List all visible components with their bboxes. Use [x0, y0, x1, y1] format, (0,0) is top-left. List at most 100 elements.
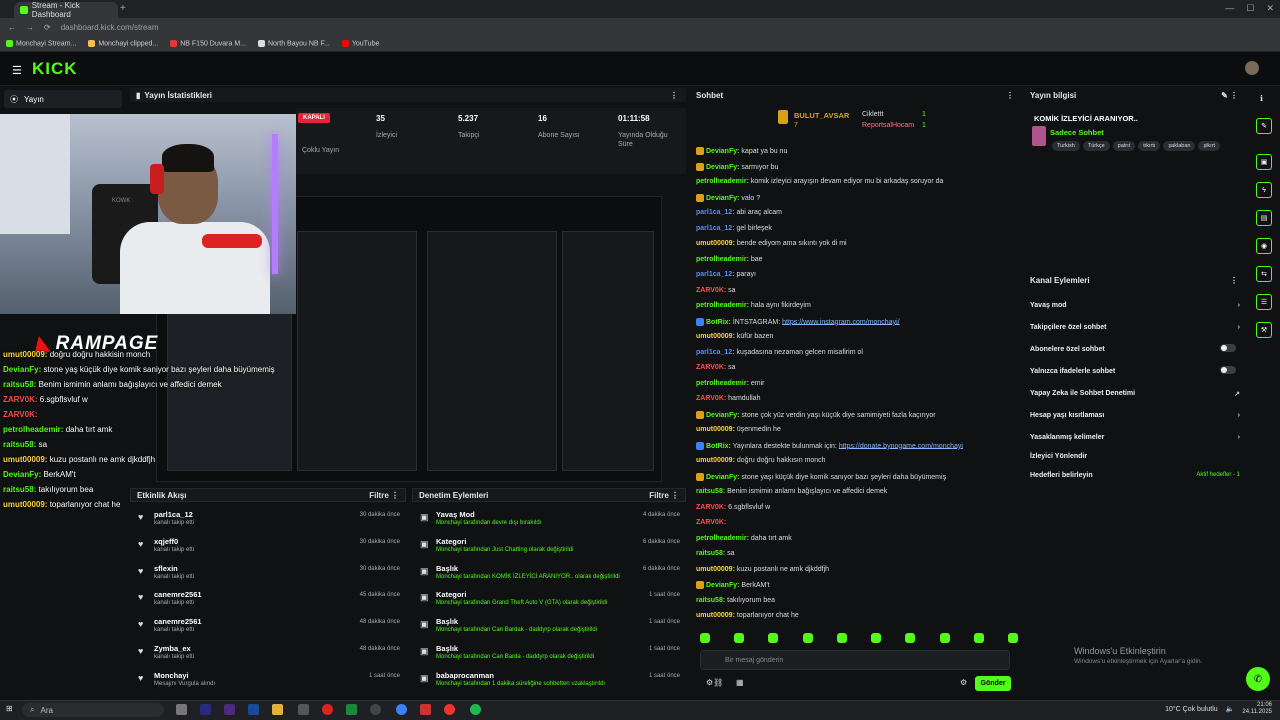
channel-action[interactable]: Yavaş mod ›: [1030, 302, 1240, 309]
url-field[interactable]: dashboard.kick.com/stream: [61, 23, 159, 32]
weather[interactable]: 10°C Çok bulutlu: [1165, 706, 1218, 713]
link-icon[interactable]: ⇆: [1256, 266, 1272, 282]
nav-item-home[interactable]: ⦿ Yayın: [4, 90, 122, 108]
more-icon[interactable]: ⋮: [671, 491, 679, 500]
activity-row[interactable]: ♥ Monchayi Mesajını Vurgula alındı 1 saat ö…: [130, 669, 406, 695]
tag[interactable]: şikırt: [1198, 141, 1221, 151]
channel-action[interactable]: Takipçilere özel sohbet ›: [1030, 324, 1240, 331]
kick-logo[interactable]: KICK: [32, 59, 78, 79]
avatar[interactable]: [1245, 61, 1259, 75]
send-button[interactable]: Gönder: [975, 676, 1011, 691]
browser-tab[interactable]: Stream - Kick Dashboard: [14, 1, 118, 19]
clock[interactable]: 21:06 24.11.2025: [1242, 702, 1272, 716]
info-icon[interactable]: ℹ: [1260, 94, 1263, 103]
emote-icon[interactable]: [905, 633, 916, 643]
activity-row[interactable]: ♥ canemre2561 kanalı takip etti 48 dakika ö…: [130, 615, 406, 641]
tag[interactable]: Turkish: [1052, 141, 1080, 151]
emote-icon[interactable]: [700, 633, 710, 643]
channel-action[interactable]: Yasaklanmış kelimeler ›: [1030, 434, 1240, 441]
help-icon[interactable]: ✆: [1246, 667, 1270, 691]
photoshop-icon[interactable]: [248, 704, 259, 715]
moderation-row[interactable]: ▣ Yavaş Mod Monchayi tarafından devre dışı…: [412, 508, 686, 534]
moderation-row[interactable]: ▣ Başlık Monchayi tarafından Can Barda - d…: [412, 642, 686, 668]
camera-icon[interactable]: ▣: [1256, 154, 1272, 170]
moderation-row[interactable]: ▣ babaprocanman Monchayi tarafından 1 daki…: [412, 669, 686, 695]
obs-icon[interactable]: [370, 704, 381, 715]
app-icon[interactable]: [396, 704, 407, 715]
excel-icon[interactable]: [346, 704, 357, 715]
pen-icon[interactable]: ✎: [1256, 118, 1272, 134]
app-icon[interactable]: [298, 704, 309, 715]
lightning-icon[interactable]: ϟ: [1256, 182, 1272, 198]
chat-input[interactable]: Bir mesaj gönderin: [700, 650, 1010, 670]
back-icon[interactable]: ←: [8, 23, 16, 32]
start-icon[interactable]: ⊞: [6, 704, 13, 713]
menu-icon[interactable]: ☰: [12, 64, 22, 77]
opera-icon[interactable]: [322, 704, 333, 715]
channel-action[interactable]: Hesap yaşı kısıtlaması ›: [1030, 412, 1240, 419]
task-view-icon[interactable]: [176, 704, 187, 715]
emote-icon[interactable]: [939, 633, 950, 643]
moderation-row[interactable]: ▣ Başlık Monchayi tarafından Can Bardak - …: [412, 615, 686, 641]
moderation-row[interactable]: ▣ Kategori Monchayi tarafından Just Chatti…: [412, 535, 686, 561]
wrench-icon[interactable]: ⚒: [1256, 322, 1272, 338]
filter-button[interactable]: Filtre: [649, 491, 669, 500]
activity-row[interactable]: ♥ sflexin kanalı takip etti 30 dakika önce: [130, 562, 406, 588]
maximize-icon[interactable]: ☐: [1246, 3, 1254, 14]
more-icon[interactable]: ⋮: [1230, 276, 1238, 285]
calendar-icon[interactable]: ▦: [736, 678, 744, 687]
channel-action[interactable]: Abonelere özel sohbet: [1030, 344, 1240, 353]
bookmark[interactable]: Monchayi clipped...: [88, 39, 158, 47]
filter-button[interactable]: Filtre: [369, 491, 389, 500]
edit-icon[interactable]: ✎ ⋮: [1221, 91, 1238, 100]
chrome-icon[interactable]: [444, 704, 455, 715]
bookmark[interactable]: Monchayi Stream...: [6, 39, 76, 47]
bookmark[interactable]: YouTube: [341, 39, 379, 47]
volume-icon[interactable]: 🔈: [1226, 705, 1235, 713]
document-icon[interactable]: ▤: [1256, 210, 1272, 226]
channel-action[interactable]: İzleyici Yönlendir: [1030, 453, 1240, 460]
tag[interactable]: tıkırtı: [1138, 141, 1161, 151]
app-icon[interactable]: [420, 704, 431, 715]
emote-icon[interactable]: [1007, 633, 1018, 643]
activity-row[interactable]: ♥ canemre2561 kanalı takip etti 45 dakika ö…: [130, 588, 406, 614]
channel-action[interactable]: Hedefleri belirleyin Aktif hedefler - 1: [1030, 472, 1240, 479]
explorer-icon[interactable]: [272, 704, 283, 715]
bookmark[interactable]: NB F150 Duvara M...: [170, 39, 246, 47]
activity-row[interactable]: ♥ Zymba_ex kanalı takip etti 48 dakika önce: [130, 642, 406, 668]
more-icon[interactable]: ⋮: [391, 491, 399, 500]
settings-icon[interactable]: ⚙: [960, 678, 967, 687]
category-name[interactable]: Sadece Sohbet: [1050, 128, 1104, 137]
crown-icon: [778, 110, 788, 124]
minimize-icon[interactable]: —: [1225, 3, 1234, 14]
chat-icon[interactable]: ◉: [1256, 238, 1272, 254]
tag[interactable]: şaklaban: [1163, 141, 1196, 151]
emote-icon[interactable]: [734, 633, 745, 643]
close-icon[interactable]: ✕: [1266, 3, 1274, 14]
list-icon[interactable]: ☰: [1256, 294, 1272, 310]
forward-icon[interactable]: →: [26, 23, 34, 32]
reload-icon[interactable]: ⟳: [44, 23, 51, 32]
tag[interactable]: patrıt: [1112, 141, 1136, 151]
premiere-icon[interactable]: [200, 704, 211, 715]
tag[interactable]: Türkçe: [1082, 141, 1110, 151]
emote-icon[interactable]: [768, 633, 779, 643]
chat-tools-icon[interactable]: ⚙⛓: [706, 678, 723, 687]
moderation-row[interactable]: ▣ Kategori Monchayi tarafından Grand Theft…: [412, 588, 686, 614]
emote-icon[interactable]: [802, 633, 813, 643]
app-icon[interactable]: [224, 704, 235, 715]
channel-action[interactable]: Yapay Zeka ile Sohbet Denetimi ↗: [1030, 390, 1240, 398]
activity-row[interactable]: ♥ xqjeff0 kanalı takip etti 30 dakika önce: [130, 535, 406, 561]
taskbar-search[interactable]: ⌕ Ara: [22, 703, 164, 717]
spotify-icon[interactable]: [470, 704, 481, 715]
new-tab-icon[interactable]: +: [120, 3, 126, 14]
activity-row[interactable]: ♥ parl1ca_12 kanalı takip etti 30 dakika ön…: [130, 508, 406, 534]
more-icon[interactable]: ⋮: [1006, 91, 1014, 100]
more-icon[interactable]: ⋮: [670, 91, 678, 100]
emote-icon[interactable]: [871, 633, 882, 643]
bookmark[interactable]: North Bayou NB F...: [257, 39, 330, 47]
channel-action[interactable]: Yalnızca ifadelerle sohbet: [1030, 366, 1240, 375]
emote-icon[interactable]: [836, 633, 847, 643]
emote-icon[interactable]: [973, 633, 984, 643]
moderation-row[interactable]: ▣ Başlık Monchayi tarafından KOMİK İZLEYİC…: [412, 562, 686, 588]
